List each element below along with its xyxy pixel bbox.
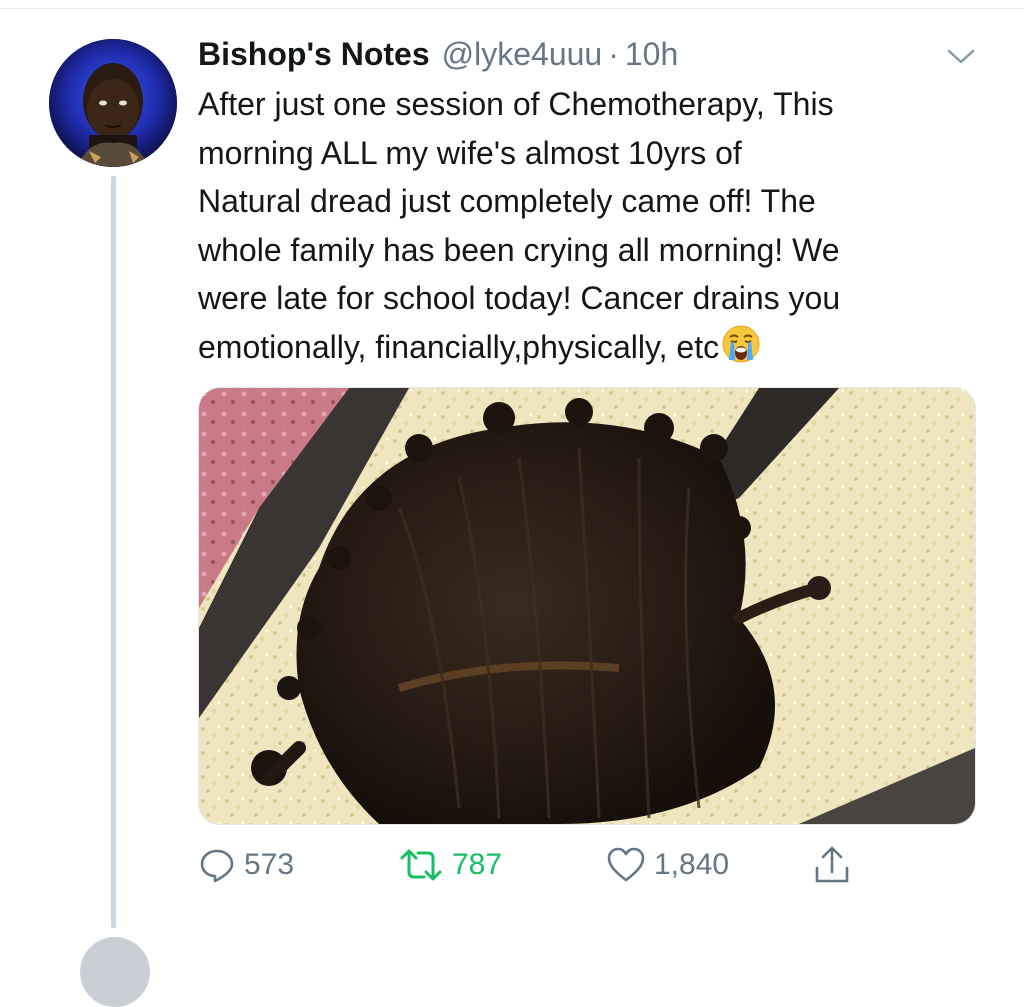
- top-divider: [0, 8, 1024, 9]
- reply-icon: [198, 846, 236, 884]
- tweet-text: After just one session of Chemotherapy, …: [198, 80, 988, 371]
- tweet-actions: 573 787 1,840: [198, 840, 878, 890]
- share-button[interactable]: [812, 840, 852, 890]
- tweet-text-last-line: emotionally, financially,physically, etc: [198, 323, 988, 372]
- heart-icon: [606, 846, 646, 884]
- chevron-down-icon[interactable]: [946, 44, 976, 68]
- retweet-button[interactable]: 787: [398, 840, 502, 890]
- tweet-text-line: Natural dread just completely came off! …: [198, 183, 816, 219]
- reply-button[interactable]: 573: [198, 840, 294, 890]
- tweet-header: Bishop's Notes @lyke4uuu · 10h: [198, 36, 678, 76]
- author-handle[interactable]: @lyke4uuu: [442, 36, 603, 73]
- tweet-timestamp[interactable]: 10h: [625, 36, 678, 73]
- author-name[interactable]: Bishop's Notes: [198, 36, 430, 73]
- tweet-text-line: After just one session of Chemotherapy, …: [198, 86, 834, 122]
- tweet-text-line: morning ALL my wife's almost 10yrs of: [198, 134, 742, 171]
- retweet-count: 787: [452, 848, 503, 881]
- loudly-crying-face-icon: [721, 324, 761, 378]
- reply-count: 573: [244, 848, 295, 881]
- next-tweet-avatar[interactable]: [80, 937, 150, 1007]
- avatar-portrait: [49, 39, 177, 167]
- tweet-text-line: whole family has been crying all morning…: [198, 231, 840, 268]
- tweet-media-image[interactable]: [198, 387, 976, 825]
- hair-photo: [199, 388, 975, 824]
- tweet-text-line: emotionally, financially,physically, etc: [198, 328, 720, 365]
- retweet-icon: [398, 846, 444, 884]
- thread-line: [111, 176, 116, 928]
- share-icon: [812, 844, 852, 886]
- like-count: 1,840: [654, 848, 730, 881]
- author-avatar[interactable]: [49, 39, 177, 167]
- header-separator: ·: [608, 36, 619, 72]
- like-button[interactable]: 1,840: [606, 840, 729, 890]
- tweet-text-line: were late for school today! Cancer drain…: [198, 280, 841, 316]
